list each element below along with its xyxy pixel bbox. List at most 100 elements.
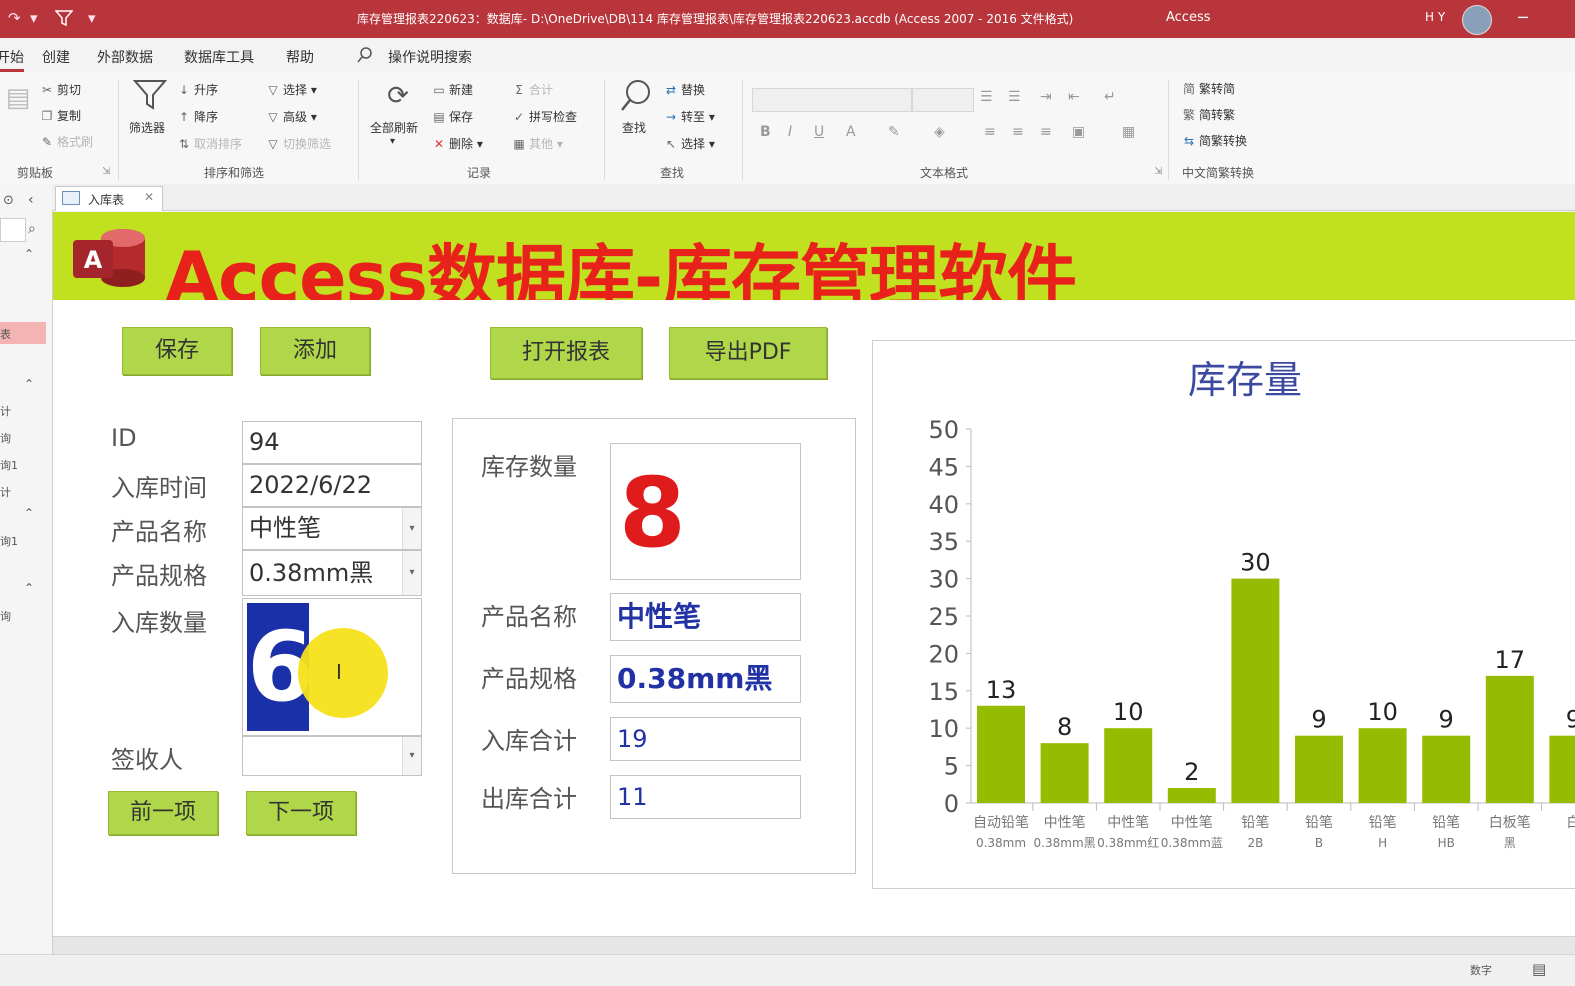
- collapse-pane-icon[interactable]: ‹: [28, 192, 34, 208]
- refresh-all-button[interactable]: 全部刷新: [370, 119, 418, 136]
- chevron-up-icon[interactable]: ⌃: [24, 377, 34, 391]
- paste-icon[interactable]: ▤: [0, 80, 36, 116]
- spec-combo[interactable]: 0.38mm黑 ▾: [242, 550, 422, 596]
- alternate-row-icon[interactable]: ▦: [1122, 124, 1135, 140]
- spelling-button[interactable]: ✓ 拼写检查: [512, 108, 577, 125]
- tab-database-tools[interactable]: 数据库工具: [184, 47, 254, 67]
- receiver-combo[interactable]: ▾: [242, 736, 422, 776]
- nav-search-icon[interactable]: ⌕: [28, 221, 36, 237]
- format-painter-button[interactable]: ✎ 格式刷: [40, 133, 93, 150]
- chevron-down-icon[interactable]: ▾: [402, 737, 421, 775]
- form-view-icon[interactable]: ▤: [1532, 960, 1546, 978]
- tab-help[interactable]: 帮助: [286, 47, 314, 67]
- user-name[interactable]: H Y: [1425, 10, 1445, 24]
- nav-item[interactable]: 计: [0, 403, 11, 419]
- tab-external-data[interactable]: 外部数据: [97, 47, 153, 67]
- indent-increase-icon[interactable]: ⇥: [1040, 89, 1052, 105]
- avatar[interactable]: [1462, 5, 1492, 35]
- nav-item[interactable]: 询1: [0, 533, 18, 549]
- convert-button[interactable]: ⇆ 简繁转换: [1182, 132, 1247, 149]
- gridlines-icon[interactable]: ▣: [1072, 124, 1085, 140]
- align-right-icon[interactable]: ≡: [1040, 124, 1052, 140]
- add-button[interactable]: 添加: [260, 327, 370, 375]
- open-report-button[interactable]: 打开报表: [490, 327, 642, 379]
- filter-icon[interactable]: [54, 9, 74, 31]
- funnel-icon[interactable]: [132, 78, 168, 114]
- nav-search-input[interactable]: [0, 218, 26, 242]
- chevron-up-icon[interactable]: ⌃: [24, 506, 34, 520]
- s2t-button[interactable]: 繁简转繁: [1182, 106, 1235, 123]
- paragraph-direction-icon[interactable]: ↵: [1104, 89, 1116, 105]
- text-format-launcher-icon[interactable]: ⇲: [1154, 166, 1162, 177]
- close-icon[interactable]: ✕: [144, 190, 154, 204]
- search-icon[interactable]: [357, 47, 373, 67]
- find-button[interactable]: 查找: [622, 119, 646, 136]
- id-field[interactable]: 94: [242, 421, 422, 464]
- fill-color-icon[interactable]: ◈: [934, 124, 945, 140]
- selection-button[interactable]: ▽ 选择 ▾: [266, 81, 316, 98]
- highlight-icon[interactable]: ✎: [888, 124, 900, 140]
- nav-item[interactable]: 询1: [0, 457, 18, 473]
- sort-desc-button[interactable]: ↑ 降序: [177, 108, 218, 125]
- goto-button[interactable]: → 转至 ▾: [664, 108, 715, 125]
- remove-sort-button[interactable]: ⇅ 取消排序: [177, 135, 242, 152]
- bold-button[interactable]: B: [760, 124, 771, 140]
- indent-decrease-icon[interactable]: ⇤: [1068, 89, 1080, 105]
- date-field[interactable]: 2022/6/22: [242, 464, 422, 507]
- stock-stats-panel: 库存数量 8 产品名称 中性笔 产品规格 0.38mm黑 入库合计 19 出库合…: [452, 418, 856, 874]
- nav-item[interactable]: 计: [0, 484, 11, 500]
- prev-record-button[interactable]: 前一项: [108, 791, 218, 835]
- nav-item[interactable]: 询: [0, 430, 11, 446]
- tab-create[interactable]: 创建: [42, 47, 70, 67]
- advanced-button[interactable]: ▽ 高级 ▾: [266, 108, 316, 125]
- toggle-filter-button[interactable]: ▽ 切换筛选: [266, 135, 331, 152]
- nav-item[interactable]: 询: [0, 608, 11, 624]
- redo-icon[interactable]: ↷: [8, 9, 21, 27]
- filter-button[interactable]: 筛选器: [129, 119, 165, 136]
- chart-bar: [977, 705, 1025, 803]
- font-size-combo[interactable]: [912, 88, 974, 112]
- x-tick-label: 自动铅笔: [973, 815, 1029, 831]
- refresh-all-icon[interactable]: ⟳: [380, 78, 416, 114]
- clipboard-launcher-icon[interactable]: ⇲: [102, 166, 110, 177]
- chevron-down-icon[interactable]: ▾: [402, 551, 421, 595]
- save-record-button[interactable]: ▤ 保存: [432, 108, 473, 125]
- select-button[interactable]: ↖ 选择 ▾: [664, 135, 715, 152]
- delete-record-button[interactable]: ✕ 删除 ▾: [432, 135, 483, 152]
- chevron-up-icon[interactable]: ⌃: [24, 247, 34, 261]
- bullets-icon[interactable]: ☰: [980, 89, 993, 105]
- t2s-button[interactable]: 简繁转简: [1182, 80, 1235, 97]
- next-record-button[interactable]: 下一项: [246, 791, 356, 835]
- customize-toolbar-icon[interactable]: ▾: [88, 9, 96, 27]
- italic-button[interactable]: I: [788, 124, 792, 140]
- totals-button[interactable]: Σ 合计: [512, 81, 553, 98]
- new-record-button[interactable]: ▭ 新建: [432, 81, 473, 98]
- chevron-up-icon[interactable]: ⌃: [24, 581, 34, 595]
- horizontal-scrollbar[interactable]: [53, 936, 1575, 955]
- minimize-button[interactable]: ─: [1518, 8, 1528, 27]
- nav-menu-icon[interactable]: ⊙: [3, 193, 14, 208]
- nav-item-selected[interactable]: 表: [0, 322, 46, 344]
- align-center-icon[interactable]: ≡: [1012, 124, 1024, 140]
- copy-button[interactable]: ❐ 复制: [40, 107, 81, 124]
- convert-icon: ⇆: [1183, 134, 1195, 148]
- save-button[interactable]: 保存: [122, 327, 232, 375]
- tab-inbound-form[interactable]: 入库表 ✕: [55, 186, 163, 211]
- font-color-button[interactable]: A: [846, 124, 856, 140]
- underline-button[interactable]: U: [814, 124, 824, 140]
- font-name-combo[interactable]: [752, 88, 912, 112]
- more-button[interactable]: ▦ 其他 ▾: [512, 135, 563, 152]
- undo-dropdown-icon[interactable]: ▾: [30, 9, 38, 27]
- chevron-down-icon[interactable]: ▾: [402, 508, 421, 549]
- cut-button[interactable]: ✂ 剪切: [40, 81, 81, 98]
- tell-me-search[interactable]: 操作说明搜索: [388, 47, 472, 67]
- tab-home[interactable]: 开始: [0, 47, 24, 72]
- replace-button[interactable]: ⇄ 替换: [664, 81, 705, 98]
- find-magnifier-icon[interactable]: [618, 78, 654, 114]
- product-combo[interactable]: 中性笔 ▾: [242, 507, 422, 550]
- export-pdf-button[interactable]: 导出PDF: [669, 327, 827, 379]
- numbering-icon[interactable]: ☰: [1008, 89, 1021, 105]
- sort-asc-button[interactable]: ↓ 升序: [177, 81, 218, 98]
- align-left-icon[interactable]: ≡: [984, 124, 996, 140]
- refresh-dropdown-icon[interactable]: ▾: [390, 136, 395, 147]
